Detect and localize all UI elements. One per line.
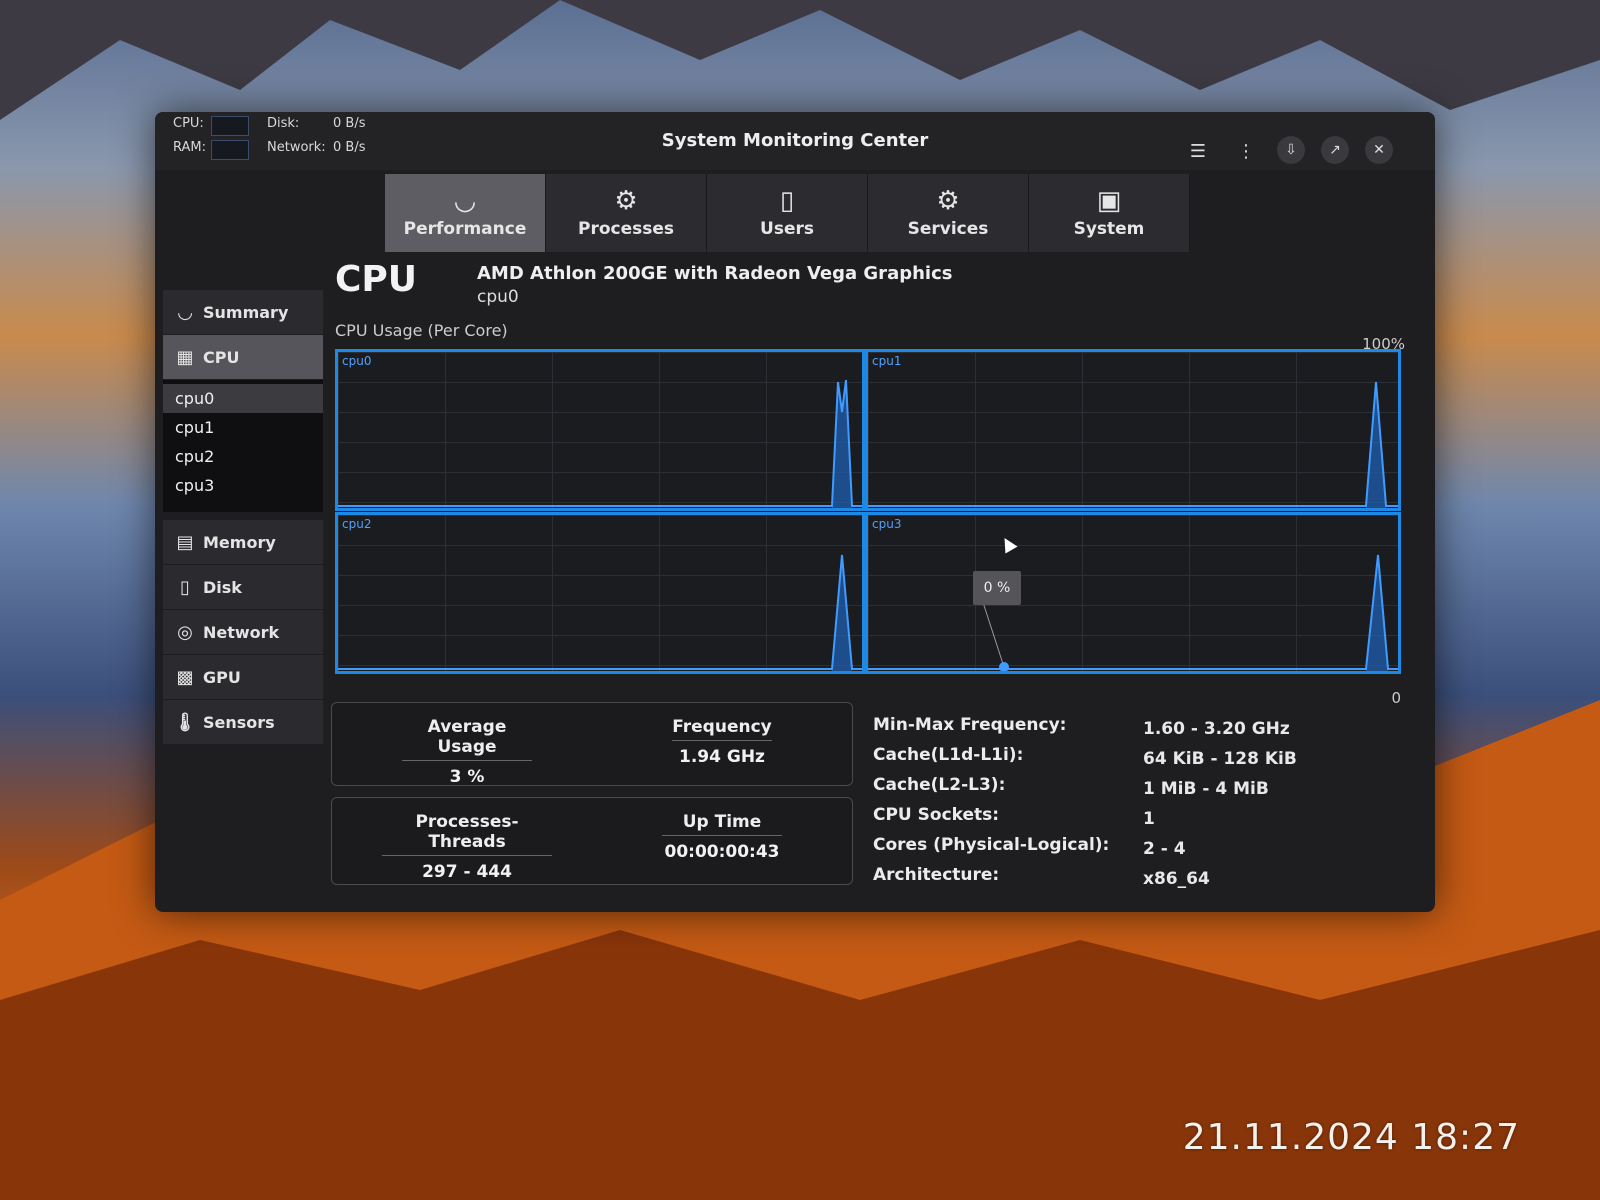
uptime-value: 00:00:00:43 — [664, 842, 780, 862]
selected-core: cpu0 — [477, 287, 519, 307]
frequency-value: 1.94 GHz — [679, 747, 765, 767]
thermometer-icon: 🌡 — [173, 711, 197, 733]
info-value: 64 KiB - 128 KiB — [1143, 749, 1297, 769]
info-value: x86_64 — [1143, 869, 1210, 889]
sidebar-item-label: Disk — [203, 577, 242, 597]
gears-icon: ⚙ — [936, 186, 960, 216]
graphs-label: CPU Usage (Per Core) — [335, 321, 508, 340]
frequency-stat: Frequency 1.94 GHz — [672, 717, 772, 767]
uptime-label: Up Time — [662, 812, 782, 836]
monitor-icon: ▣ — [1096, 186, 1122, 216]
frequency-label: Frequency — [672, 717, 772, 741]
sidebar-item-summary[interactable]: ◡ Summary — [163, 290, 323, 335]
gpu-icon: ▩ — [176, 666, 194, 688]
sidebar-item-sensors[interactable]: 🌡 Sensors — [163, 700, 323, 745]
average-usage-value: 3 % — [449, 767, 485, 787]
cpu1-usage-line — [868, 381, 1398, 508]
main-tabs: ◡ Performance ⚙ Processes ▯ Users ⚙ Serv… — [385, 174, 1190, 252]
cpu-model: AMD Athlon 200GE with Radeon Vega Graphi… — [477, 263, 953, 284]
processes-threads-label: Processes-Threads — [382, 812, 552, 856]
tab-users[interactable]: ▯ Users — [707, 174, 868, 252]
sidebar-subitem-cpu1[interactable]: cpu1 — [163, 413, 323, 442]
gauge-icon: ◡ — [455, 186, 475, 216]
average-usage-stat: Average Usage 3 % — [402, 717, 532, 787]
sidebar-subitem-cpu2[interactable]: cpu2 — [163, 442, 323, 471]
cpu3-graph[interactable]: cpu3 — [865, 512, 1401, 674]
cpu2-usage-line — [338, 554, 862, 671]
sidebar-subitem-cpu3[interactable]: cpu3 — [163, 471, 323, 500]
disk-mini-value: 0 B/s — [333, 116, 366, 131]
info-label: Architecture: — [873, 865, 1000, 885]
sidebar-item-label: Memory — [203, 532, 276, 552]
cpu0-graph[interactable]: cpu0 — [335, 349, 865, 511]
memory-icon: ▤ — [176, 531, 194, 553]
info-value: 1.60 - 3.20 GHz — [1143, 719, 1290, 739]
page-title: CPU — [335, 259, 418, 300]
cpu0-usage-line — [338, 379, 862, 508]
gauge-icon: ◡ — [178, 301, 192, 323]
info-label: CPU Sockets: — [873, 805, 1000, 825]
sidebar-item-disk[interactable]: ▯ Disk — [163, 565, 323, 610]
usage-frequency-box: Average Usage 3 % Frequency 1.94 GHz — [331, 702, 853, 787]
sidebar-subitem-cpu0[interactable]: cpu0 — [163, 384, 323, 413]
more-vert-icon[interactable]: ⋮ — [1231, 136, 1261, 166]
info-value: 1 — [1143, 809, 1155, 829]
info-label: Cores (Physical-Logical): — [873, 835, 1110, 855]
tab-services[interactable]: ⚙ Services — [868, 174, 1029, 252]
cpu-core-list: cpu0 cpu1 cpu2 cpu3 — [163, 380, 323, 512]
photo-timestamp: 21.11.2024 18:27 — [1182, 1117, 1520, 1158]
cpu1-graph[interactable]: cpu1 — [865, 349, 1401, 511]
tab-processes[interactable]: ⚙ Processes — [546, 174, 707, 252]
graph-min-label: 0 — [1391, 689, 1401, 707]
average-usage-label: Average Usage — [402, 717, 532, 761]
tab-services-label: Services — [907, 219, 989, 239]
tab-performance[interactable]: ◡ Performance — [385, 174, 546, 252]
sidebar-item-label: GPU — [203, 667, 241, 687]
sidebar-item-label: Network — [203, 622, 280, 642]
mouse-icon: ▯ — [779, 186, 795, 216]
uptime-stat: Up Time 00:00:00:43 — [662, 812, 782, 862]
close-icon[interactable]: ✕ — [1365, 136, 1393, 164]
tab-performance-label: Performance — [403, 219, 527, 239]
sidebar-item-memory[interactable]: ▤ Memory — [163, 520, 323, 565]
tab-processes-label: Processes — [577, 219, 674, 239]
graph-tooltip: 0 % — [973, 571, 1021, 605]
sidebar-item-label: Summary — [203, 302, 289, 322]
sidebar-item-cpu[interactable]: ▦ CPU — [163, 335, 323, 380]
cpu-panel: CPU AMD Athlon 200GE with Radeon Vega Gr… — [331, 257, 1423, 907]
sidebar-item-network[interactable]: ◎ Network — [163, 610, 323, 655]
tab-users-label: Users — [760, 219, 814, 239]
globe-icon: ◎ — [177, 621, 193, 643]
sidebar-item-label: Sensors — [203, 712, 275, 732]
titlebar: CPU: RAM: Disk: 0 B/s Network: 0 B/s Sys… — [155, 112, 1435, 170]
info-label: Cache(L1d-L1i): — [873, 745, 1024, 765]
processes-threads-stat: Processes-Threads 297 - 444 — [382, 812, 552, 882]
info-label: Min-Max Frequency: — [873, 715, 1067, 735]
disk-icon: ▯ — [180, 576, 190, 598]
sidebar: ◡ Summary ▦ CPU cpu0 cpu1 cpu2 cpu3 ▤ Me… — [163, 290, 323, 745]
download-icon[interactable]: ⇩ — [1277, 136, 1305, 164]
app-window: CPU: RAM: Disk: 0 B/s Network: 0 B/s Sys… — [155, 112, 1435, 912]
cpu-mini-label: CPU: — [173, 116, 204, 131]
tab-system-label: System — [1073, 219, 1145, 239]
processes-uptime-box: Processes-Threads 297 - 444 Up Time 00:0… — [331, 797, 853, 885]
disk-mini-label: Disk: — [267, 116, 300, 131]
menu-icon[interactable]: ☰ — [1183, 136, 1213, 166]
info-value: 2 - 4 — [1143, 839, 1186, 859]
gear-icon: ⚙ — [614, 186, 638, 216]
tab-system[interactable]: ▣ System — [1029, 174, 1190, 252]
sidebar-item-gpu[interactable]: ▩ GPU — [163, 655, 323, 700]
sidebar-item-label: CPU — [203, 347, 240, 367]
processes-threads-value: 297 - 444 — [422, 862, 512, 882]
info-label: Cache(L2-L3): — [873, 775, 1006, 795]
info-value: 1 MiB - 4 MiB — [1143, 779, 1269, 799]
fullscreen-icon[interactable]: ↗ — [1321, 136, 1349, 164]
cpu3-usage-line — [868, 554, 1398, 671]
chip-icon: ▦ — [176, 346, 194, 368]
cpu2-graph[interactable]: cpu2 — [335, 512, 865, 674]
